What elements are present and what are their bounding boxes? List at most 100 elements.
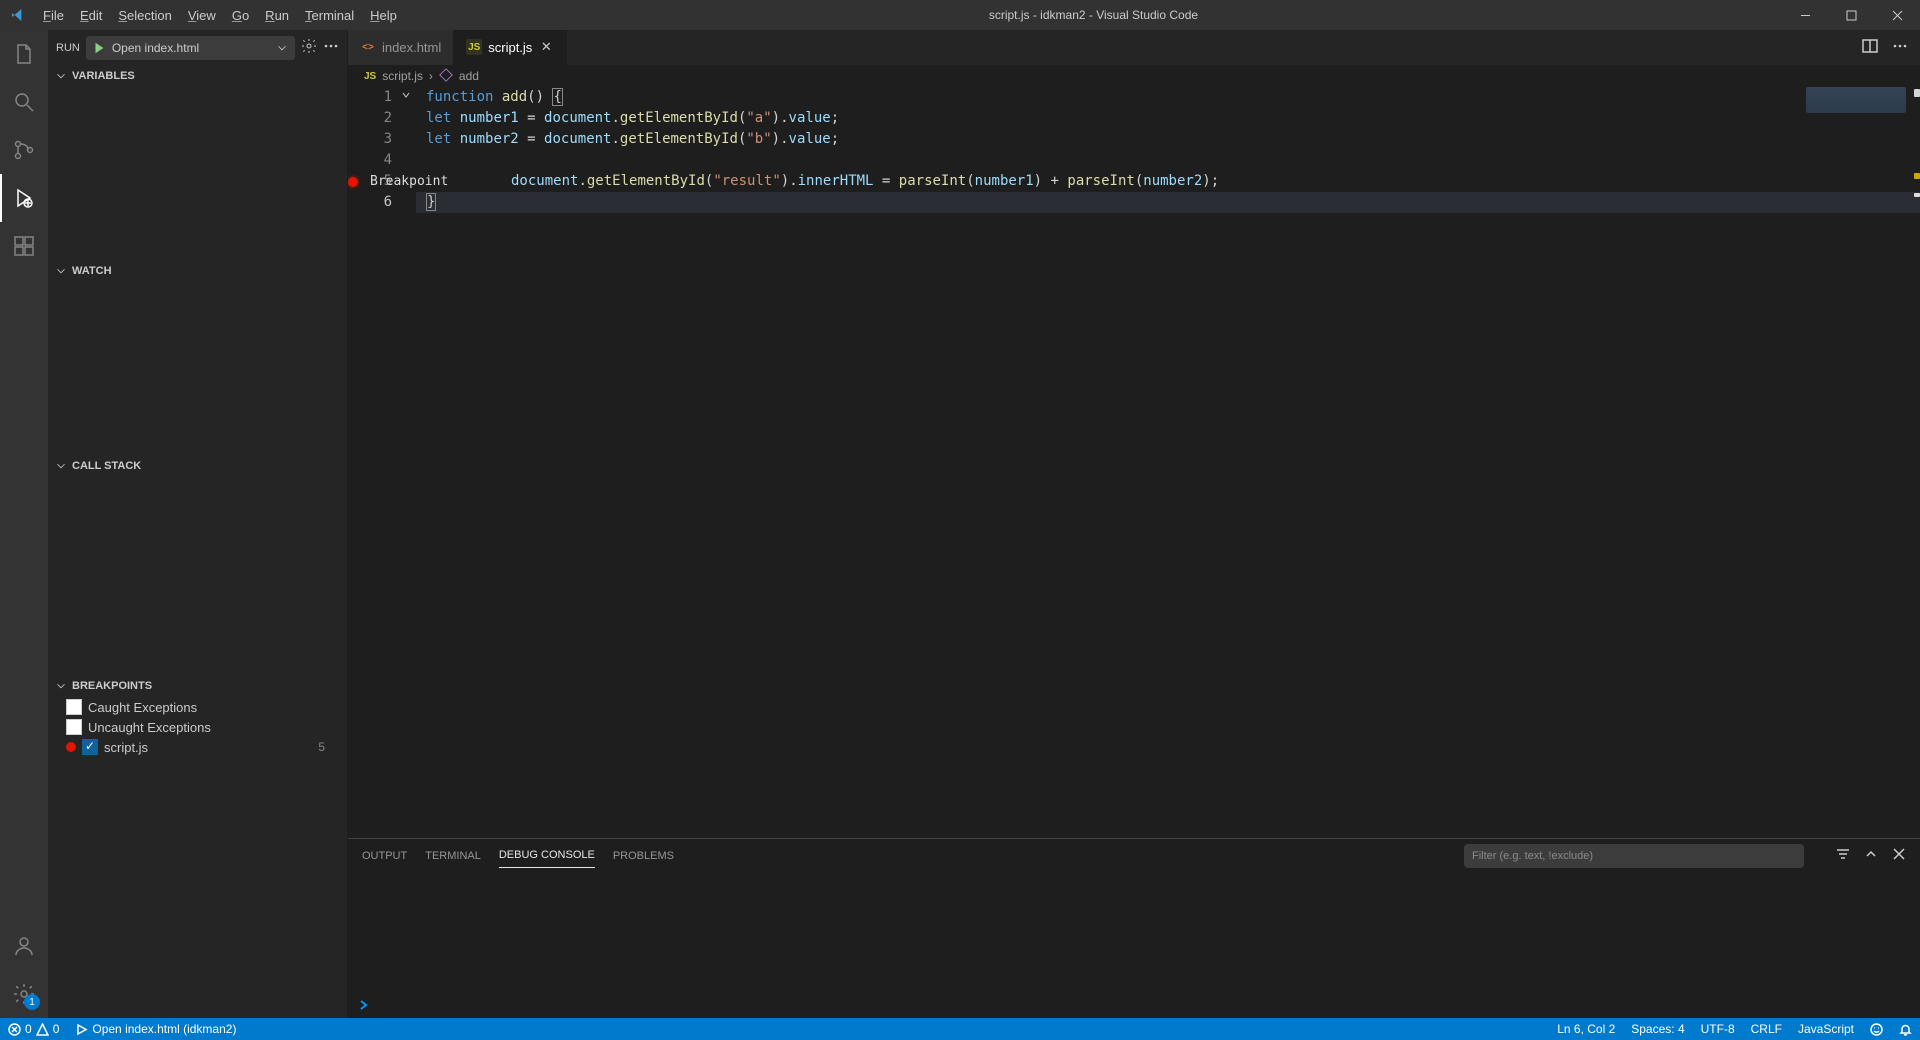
section-callstack-label: CALL STACK <box>72 460 141 472</box>
activity-search-icon[interactable] <box>0 78 48 126</box>
menu-bar: File Edit Selection View Go Run Terminal… <box>35 0 405 30</box>
status-bar: 0 0 Open index.html (idkman2) Ln 6, Col … <box>0 1018 1920 1040</box>
run-config-name: Open index.html <box>112 41 269 55</box>
code-line[interactable]: 2 let number1 = document.getElementById(… <box>348 108 1920 129</box>
panel-tab-problems[interactable]: PROBLEMS <box>613 844 674 868</box>
line-number: 4 <box>368 150 400 171</box>
menu-view[interactable]: View <box>180 0 224 30</box>
section-callstack[interactable]: CALL STACK <box>48 455 347 477</box>
chevron-down-icon <box>54 264 68 278</box>
menu-terminal[interactable]: Terminal <box>297 0 362 30</box>
section-watch[interactable]: WATCH <box>48 260 347 282</box>
section-variables[interactable]: VARIABLES <box>48 65 347 87</box>
panel: OUTPUT TERMINAL DEBUG CONSOLE PROBLEMS F… <box>348 838 1920 1018</box>
menu-help[interactable]: Help <box>362 0 405 30</box>
minimap[interactable] <box>1806 87 1906 113</box>
status-launch[interactable]: Open index.html (idkman2) <box>67 1022 244 1036</box>
repl-prompt-icon[interactable] <box>348 995 380 1018</box>
status-lncol[interactable]: Ln 6, Col 2 <box>1549 1022 1623 1036</box>
code-line[interactable]: 6} <box>348 192 1920 213</box>
status-encoding[interactable]: UTF-8 <box>1693 1022 1743 1036</box>
line-number: 2 <box>368 108 400 129</box>
editor[interactable]: 1function add() {2 let number1 = documen… <box>348 87 1920 838</box>
panel-tab-debug-console[interactable]: DEBUG CONSOLE <box>499 843 595 868</box>
code-line[interactable]: 5 document.getElementById("result").inne… <box>348 171 1920 192</box>
code-line[interactable]: 4 <box>348 150 1920 171</box>
play-icon <box>92 41 106 55</box>
overview-ruler[interactable] <box>1906 87 1920 838</box>
tab-index-html[interactable]: <> index.html <box>348 30 454 65</box>
section-variables-label: VARIABLES <box>72 70 135 82</box>
menu-file[interactable]: File <box>35 0 72 30</box>
window-close-icon[interactable] <box>1874 0 1920 30</box>
status-bell-icon[interactable] <box>1891 1023 1920 1036</box>
gear-icon[interactable] <box>301 38 317 57</box>
breakpoint-glyph-icon[interactable] <box>348 177 358 187</box>
code-line[interactable]: 3 let number2 = document.getElementById(… <box>348 129 1920 150</box>
activity-account-icon[interactable] <box>0 922 48 970</box>
debug-sidebar: RUN Open index.html VARIABLES WATCH <box>48 30 348 1018</box>
chevron-down-icon <box>54 679 68 693</box>
vscode-logo <box>0 7 35 23</box>
breakpoint-uncaught[interactable]: Uncaught Exceptions <box>48 717 347 737</box>
panel-tab-output[interactable]: OUTPUT <box>362 844 407 868</box>
status-spaces[interactable]: Spaces: 4 <box>1623 1022 1692 1036</box>
breadcrumb-symbol[interactable]: add <box>459 69 479 83</box>
breakpoint-label: Breakpoint <box>370 171 448 192</box>
window-minimize-icon[interactable] <box>1782 0 1828 30</box>
split-editor-icon[interactable] <box>1862 38 1878 57</box>
window-maximize-icon[interactable] <box>1828 0 1874 30</box>
breadcrumb[interactable]: JS script.js › add <box>348 65 1920 87</box>
breakpoint-dot-icon <box>66 742 76 752</box>
checkbox-icon[interactable] <box>66 699 82 715</box>
section-watch-label: WATCH <box>72 265 112 277</box>
title-bar: File Edit Selection View Go Run Terminal… <box>0 0 1920 30</box>
activity-bar: 1 <box>0 30 48 1018</box>
activity-explorer-icon[interactable] <box>0 30 48 78</box>
more-icon[interactable] <box>1892 38 1908 57</box>
activity-settings-icon[interactable]: 1 <box>0 970 48 1018</box>
panel-filter-icon[interactable] <box>1836 847 1850 864</box>
panel-close-icon[interactable] <box>1892 847 1906 864</box>
activity-extensions-icon[interactable] <box>0 222 48 270</box>
filter-placeholder: Filter (e.g. text, !exclude) <box>1472 850 1593 862</box>
breakpoint-caught-label: Caught Exceptions <box>88 700 197 715</box>
breakpoint-caught[interactable]: Caught Exceptions <box>48 697 347 717</box>
tab-script-label: script.js <box>488 40 532 55</box>
filter-input[interactable]: Filter (e.g. text, !exclude) <box>1464 844 1804 868</box>
more-icon[interactable] <box>323 38 339 57</box>
breakpoint-file-label: script.js <box>104 740 148 755</box>
breakpoint-file-line: 5 <box>318 740 329 754</box>
section-breakpoints[interactable]: BREAKPOINTS <box>48 675 347 697</box>
chevron-down-icon <box>54 459 68 473</box>
menu-run[interactable]: Run <box>257 0 297 30</box>
code-line[interactable]: 1function add() { <box>348 87 1920 108</box>
chevron-right-icon: › <box>429 69 433 83</box>
menu-go[interactable]: Go <box>224 0 257 30</box>
status-errors[interactable]: 0 0 <box>0 1022 67 1036</box>
fold-icon[interactable] <box>400 87 416 108</box>
breakpoint-file[interactable]: script.js 5 <box>48 737 347 757</box>
line-number: 1 <box>368 87 400 108</box>
activity-run-debug-icon[interactable] <box>0 174 48 222</box>
status-lang[interactable]: JavaScript <box>1790 1022 1862 1036</box>
panel-tab-terminal[interactable]: TERMINAL <box>425 844 481 868</box>
panel-collapse-icon[interactable] <box>1864 847 1878 864</box>
menu-selection[interactable]: Selection <box>110 0 179 30</box>
checkbox-checked-icon[interactable] <box>82 739 98 755</box>
checkbox-icon[interactable] <box>66 719 82 735</box>
chevron-down-icon <box>275 41 289 55</box>
status-feedback-icon[interactable] <box>1862 1023 1891 1036</box>
tab-index-label: index.html <box>382 40 441 55</box>
breadcrumb-file[interactable]: script.js <box>382 69 423 83</box>
menu-edit[interactable]: Edit <box>72 0 110 30</box>
close-icon[interactable]: ✕ <box>538 39 554 55</box>
warning-icon <box>36 1023 49 1036</box>
symbol-method-icon <box>439 68 453 85</box>
section-breakpoints-label: BREAKPOINTS <box>72 680 152 692</box>
status-eol[interactable]: CRLF <box>1743 1022 1790 1036</box>
window-title: script.js - idkman2 - Visual Studio Code <box>405 8 1782 22</box>
activity-scm-icon[interactable] <box>0 126 48 174</box>
run-config-select[interactable]: Open index.html <box>86 36 295 60</box>
tab-script-js[interactable]: JS script.js ✕ <box>454 30 567 65</box>
